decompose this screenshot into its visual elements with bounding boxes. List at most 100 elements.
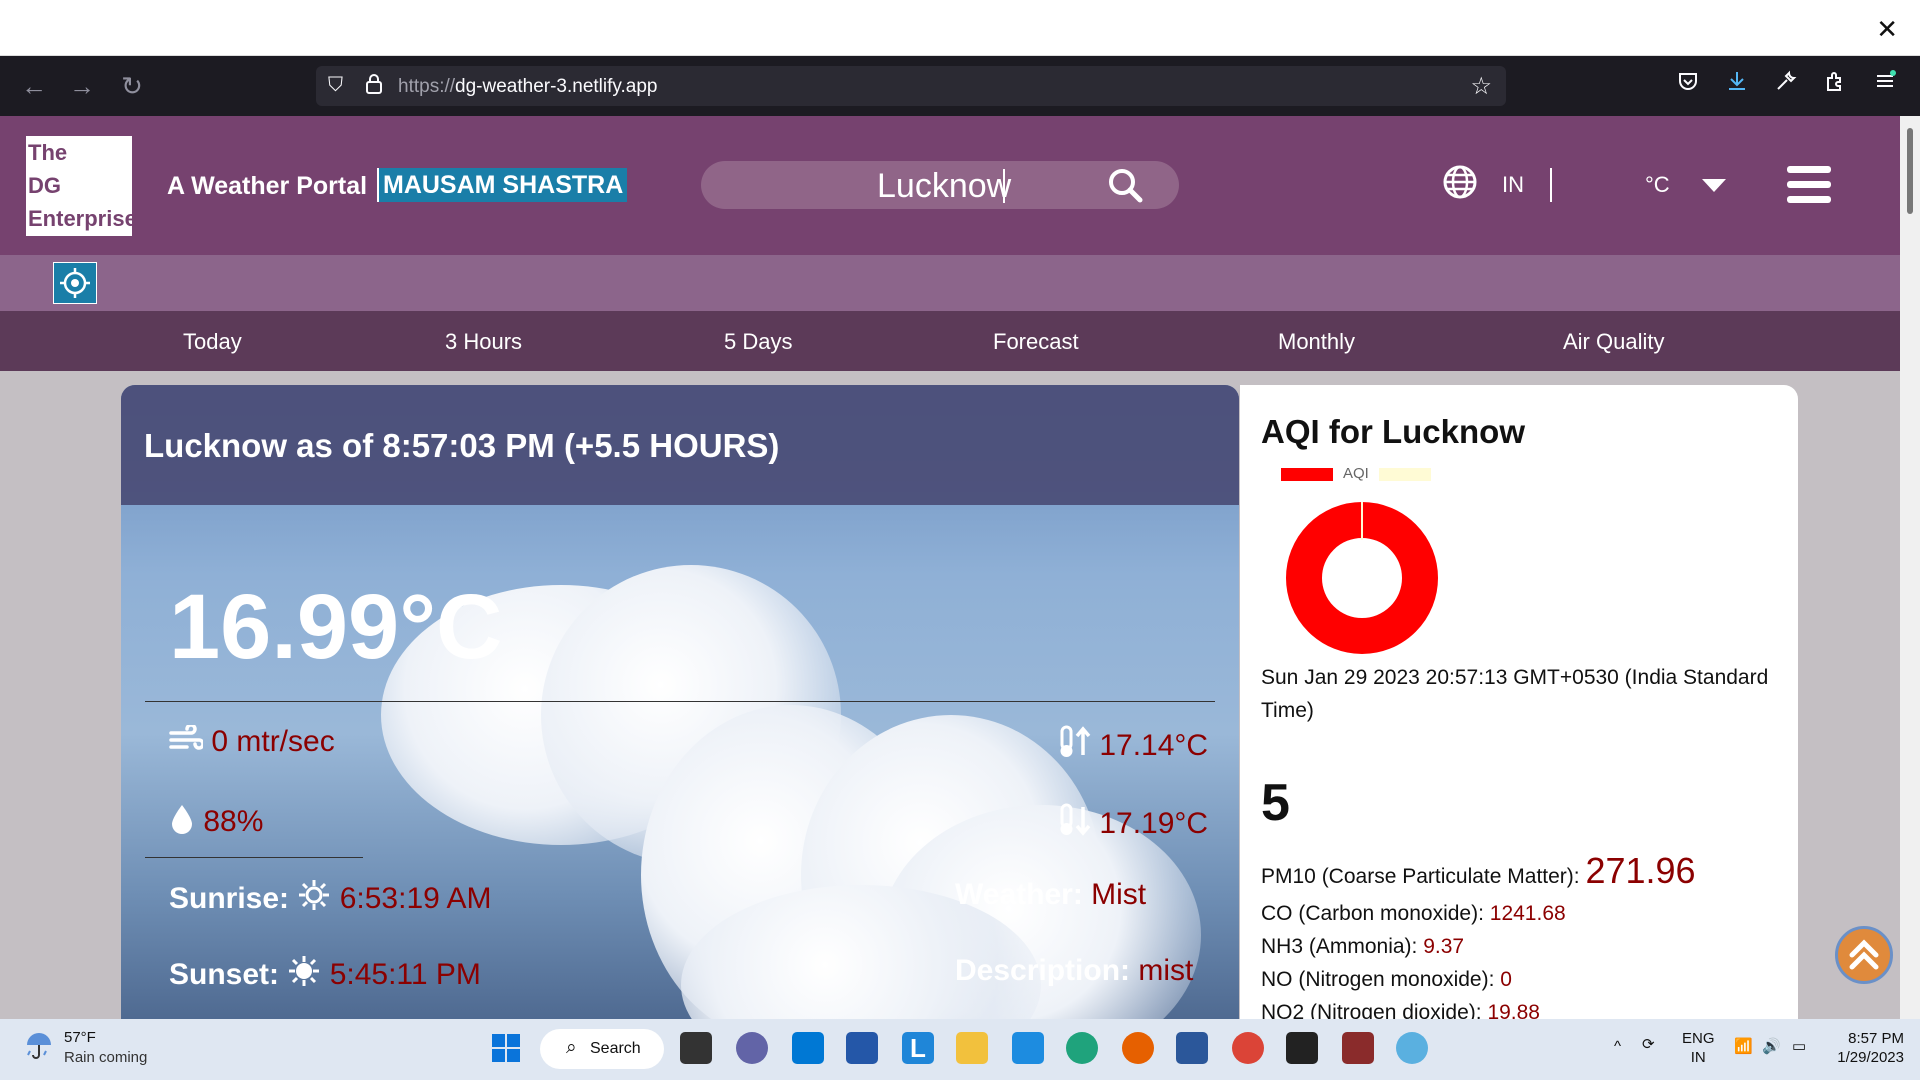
divider	[1550, 168, 1552, 202]
pollutant-row: PM10 (Coarse Particulate Matter): 271.96	[1261, 850, 1696, 891]
edge-icon[interactable]	[1066, 1032, 1098, 1064]
menu-icon[interactable]	[1874, 70, 1896, 98]
water-drop-icon	[169, 805, 203, 838]
city-search[interactable]: Lucknow	[701, 161, 1179, 209]
thermometer-down-icon	[1057, 803, 1099, 840]
location-bar	[0, 255, 1920, 311]
windows-start-icon[interactable]	[490, 1032, 522, 1064]
wifi-icon[interactable]: 📶	[1734, 1037, 1753, 1056]
title-strip: ✕	[0, 0, 1920, 56]
winrar-icon[interactable]	[1342, 1032, 1374, 1064]
chevron-down-icon[interactable]	[1702, 179, 1726, 192]
word-icon[interactable]	[1176, 1032, 1208, 1064]
location-time-heading: Lucknow as of 8:57:03 PM (+5.5 HOURS)	[144, 427, 780, 464]
locate-button[interactable]	[53, 262, 97, 304]
card-header: Lucknow as of 8:57:03 PM (+5.5 HOURS)	[121, 385, 1239, 505]
logo[interactable]: The DG Enterprise	[26, 136, 137, 236]
chart-legend[interactable]: AQI	[1281, 465, 1431, 482]
url-bar[interactable]: ⛉ https://dg-weather-3.netlify.app ☆	[316, 66, 1506, 106]
pollutant-row: NH3 (Ammonia): 9.37	[1261, 935, 1465, 958]
scroll-to-top-button[interactable]	[1835, 926, 1893, 984]
close-icon[interactable]: ✕	[1876, 14, 1898, 45]
unit-select[interactable]: °C	[1645, 172, 1670, 198]
country-code[interactable]: IN	[1502, 172, 1524, 198]
shield-icon[interactable]: ⛉	[328, 74, 343, 97]
legend-swatch	[1378, 467, 1431, 481]
scrollbar-thumb[interactable]	[1907, 128, 1913, 214]
current-temperature: 16.99°C	[169, 576, 503, 678]
divider	[145, 701, 1215, 702]
aqi-donut-chart[interactable]	[1284, 500, 1440, 656]
l-app-icon[interactable]: L	[902, 1032, 934, 1064]
forward-icon[interactable]: →	[66, 70, 98, 102]
double-chevron-up-icon	[1849, 939, 1879, 970]
battery-icon[interactable]: ▭	[1792, 1037, 1806, 1056]
weather-stat: Weather: Mist	[955, 878, 1147, 911]
aqi-title: AQI for Lucknow	[1261, 413, 1525, 450]
hamburger-menu-icon[interactable]	[1787, 166, 1831, 204]
current-weather-card: Lucknow as of 8:57:03 PM (+5.5 HOURS) 16…	[121, 385, 1239, 1019]
temp-max-stat: 17.14°C	[1057, 725, 1208, 763]
rain-umbrella-icon	[24, 1031, 54, 1066]
site-header: The DG Enterprise A Weather Portal MAUSA…	[0, 116, 1920, 255]
thermometer-up-icon	[1057, 725, 1099, 762]
cortana-icon[interactable]	[792, 1032, 824, 1064]
pollutant-row: NO2 (Nitrogen dioxide): 19.88	[1261, 1001, 1540, 1019]
tab-today[interactable]: Today	[183, 329, 242, 355]
portal-label: A Weather Portal	[167, 172, 368, 200]
weather-app-icon[interactable]	[1396, 1032, 1428, 1064]
chevron-up-icon[interactable]: ^	[1614, 1037, 1621, 1056]
sun-filled-icon	[287, 956, 329, 991]
clock[interactable]: 8:57 PM 1/29/2023	[1828, 1029, 1904, 1067]
text-caret	[1003, 169, 1005, 203]
extensions-icon[interactable]	[1824, 70, 1846, 98]
tab-air-quality[interactable]: Air Quality	[1563, 329, 1664, 355]
brand-title: MAUSAM SHASTRA	[377, 168, 628, 202]
terminal-icon[interactable]	[1286, 1032, 1318, 1064]
task-view-icon[interactable]	[680, 1032, 712, 1064]
reload-icon[interactable]: ↻	[116, 70, 148, 102]
pocket-icon[interactable]	[1677, 70, 1699, 98]
sync-icon[interactable]: ⟳	[1642, 1035, 1655, 1054]
wind-icon	[169, 723, 211, 758]
wrench-icon[interactable]	[1775, 70, 1797, 98]
firefox-icon[interactable]	[1122, 1032, 1154, 1064]
pollutant-row: NO (Nitrogen monoxide): 0	[1261, 968, 1512, 991]
sunrise-stat: Sunrise: 6:53:19 AM	[169, 880, 492, 915]
download-icon[interactable]	[1726, 70, 1748, 98]
humidity-stat: 88%	[169, 803, 263, 839]
globe-icon[interactable]	[1442, 164, 1478, 205]
divider	[145, 857, 363, 858]
tab-5-days[interactable]: 5 Days	[724, 329, 792, 355]
sunset-stat: Sunset: 5:45:11 PM	[169, 956, 481, 991]
store-icon[interactable]	[846, 1032, 878, 1064]
taskbar-search[interactable]: ⌕ Search	[540, 1029, 664, 1069]
language-indicator[interactable]: ENG IN	[1682, 1029, 1715, 1067]
lock-icon[interactable]	[366, 74, 382, 100]
file-explorer-icon[interactable]	[956, 1032, 988, 1064]
description-stat: Description: mist	[955, 954, 1194, 987]
pollutant-row: CO (Carbon monoxide): 1241.68	[1261, 902, 1566, 925]
tab-monthly[interactable]: Monthly	[1278, 329, 1355, 355]
sun-icon	[297, 880, 339, 915]
browser-toolbar: ← → ↻ ⛉ https://dg-weather-3.netlify.app…	[0, 56, 1920, 116]
teams-chat-icon[interactable]	[736, 1032, 768, 1064]
chrome-icon[interactable]	[1232, 1032, 1264, 1064]
scrollbar[interactable]	[1900, 116, 1920, 1019]
url-text[interactable]: https://dg-weather-3.netlify.app	[398, 76, 657, 98]
vscode-icon[interactable]	[1012, 1032, 1044, 1064]
tab-3-hours[interactable]: 3 Hours	[445, 329, 522, 355]
search-input[interactable]: Lucknow	[877, 167, 1011, 206]
search-icon[interactable]	[1107, 167, 1143, 208]
temp-min-stat: 17.19°C	[1057, 803, 1208, 841]
taskbar: 57°F Rain coming ⌕ Search L ^ ⟳ ENG IN 📶…	[0, 1019, 1920, 1080]
main-nav: Today 3 Hours 5 Days Forecast Monthly Ai…	[0, 311, 1920, 371]
aqi-panel: AQI for Lucknow AQI Sun Jan 29 2023 20:5…	[1240, 385, 1798, 1019]
volume-icon[interactable]: 🔊	[1762, 1037, 1781, 1056]
back-icon[interactable]: ←	[18, 70, 50, 102]
aqi-timestamp: Sun Jan 29 2023 20:57:13 GMT+0530 (India…	[1261, 666, 1769, 722]
tab-forecast[interactable]: Forecast	[993, 329, 1079, 355]
bookmark-star-icon[interactable]: ☆	[1470, 72, 1492, 101]
search-icon: ⌕	[566, 1037, 577, 1058]
aqi-value: 5	[1261, 774, 1290, 832]
